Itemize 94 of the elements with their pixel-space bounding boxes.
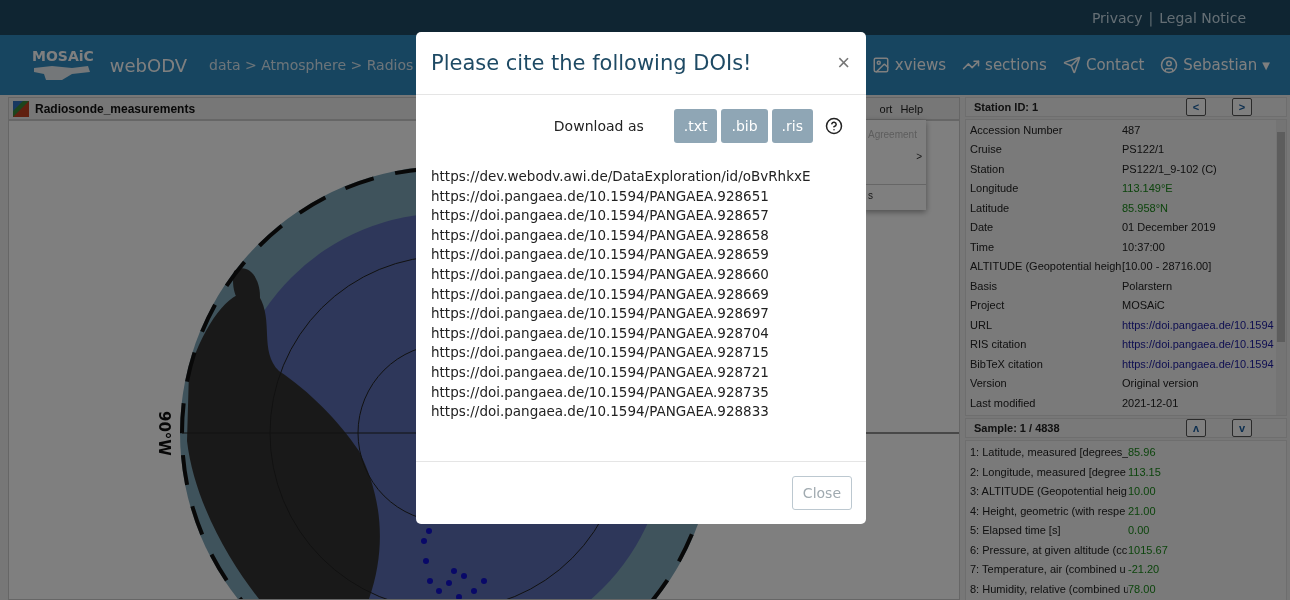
- field-value: PS122/1_9-102 (C): [1122, 162, 1218, 175]
- field-value: 85.958°N: [1122, 201, 1169, 214]
- down-button[interactable]: v: [1232, 418, 1252, 437]
- field-name: Longitude: [970, 182, 1020, 195]
- field-value: 10:37:00: [1122, 240, 1166, 253]
- sample-heading: Sample: 1 / 4838: [974, 421, 1061, 434]
- nav-link[interactable]: sections: [962, 56, 1047, 74]
- menu-item[interactable]: Help: [900, 102, 923, 115]
- ice-floe-logo-icon: [32, 64, 92, 82]
- field-name: Date: [970, 221, 995, 234]
- field-name: RIS citation: [970, 338, 1028, 351]
- variable-name: 7: Temperature, air (combined u: [970, 563, 1127, 576]
- doi-link[interactable]: https://dev.webodv.awi.de/DataExploration/id/oBvRhkxE: [431, 167, 851, 187]
- panel-title: Radiosonde_measurements: [35, 101, 196, 116]
- field-value: [10.00 - 28716.00]: [1122, 260, 1213, 273]
- field-name: Latitude: [970, 201, 1011, 214]
- variable-name: 2: Longitude, measured [degree: [970, 465, 1127, 478]
- field-name: Time: [970, 240, 996, 253]
- doi-link[interactable]: https://doi.pangaea.de/10.1594/PANGAEA.928735: [431, 382, 851, 403]
- url-link[interactable]: https://doi.pangaea.de/10.1594: [1122, 318, 1276, 331]
- field-name: Accession Number: [970, 123, 1064, 136]
- link-separator: |: [1148, 9, 1154, 26]
- menu-option[interactable]: >: [864, 146, 926, 168]
- up-button[interactable]: ʌ: [1186, 418, 1206, 437]
- map-thumbnail-icon: [13, 100, 29, 117]
- nav-link[interactable]: xviews: [871, 56, 947, 74]
- field-name: Basis: [970, 279, 998, 292]
- field-value: 113.149°E: [1122, 182, 1174, 195]
- variable-value: -21.20: [1128, 563, 1161, 576]
- variable-value: 113.15: [1128, 465, 1162, 478]
- url-link[interactable]: https://doi.pangaea.de/10.1594: [1122, 357, 1276, 370]
- download-label: Download as: [553, 118, 644, 134]
- field-name: Last modified: [970, 396, 1037, 409]
- variable-name: 4: Height, geometric (with respe: [970, 504, 1127, 517]
- breadcrumb: data > Atmosphere > Radios: [209, 57, 414, 73]
- field-name: Cruise: [970, 143, 1003, 156]
- format-button[interactable]: .bib: [721, 109, 768, 143]
- doi-link[interactable]: https://doi.pangaea.de/10.1594/PANGAEA.928658: [431, 225, 851, 246]
- send-icon: [1062, 56, 1081, 74]
- field-name: ALTITUDE (Geopotential heigh: [970, 260, 1122, 273]
- station-heading: Station ID: 1: [974, 101, 1040, 113]
- field-value: Original version: [1122, 377, 1200, 390]
- doi-link[interactable]: https://doi.pangaea.de/10.1594/PANGAEA.928669: [431, 284, 851, 305]
- doi-link[interactable]: https://doi.pangaea.de/10.1594/PANGAEA.928660: [431, 264, 851, 285]
- doi-link[interactable]: https://doi.pangaea.de/10.1594/PANGAEA.928659: [431, 245, 851, 265]
- field-name: Version: [970, 377, 1008, 390]
- doi-link[interactable]: https://doi.pangaea.de/10.1594/PANGAEA.928697: [431, 304, 851, 324]
- scrollbar[interactable]: [1276, 120, 1286, 415]
- nav-link[interactable]: Sebastian ▼: [1160, 56, 1270, 74]
- field-value: 01 December 2019: [1122, 221, 1217, 234]
- variable-value: 21.00: [1128, 504, 1157, 517]
- field-name: Station: [970, 162, 1006, 175]
- doi-link[interactable]: https://doi.pangaea.de/10.1594/PANGAEA.928657: [431, 206, 851, 226]
- image-icon: [871, 56, 890, 74]
- variable-value: 0.00: [1128, 524, 1151, 537]
- caret-icon: ▼: [1262, 59, 1270, 71]
- field-value: 2021-12-01: [1122, 396, 1180, 409]
- field-value: MOSAiC: [1122, 299, 1166, 312]
- variable-name: 1: Latitude, measured [degrees_: [970, 446, 1128, 459]
- field-name: BibTeX citation: [970, 357, 1044, 370]
- app-name[interactable]: webODV: [109, 54, 188, 76]
- field-value: Polarstern: [1122, 279, 1174, 292]
- close-button[interactable]: Close: [791, 476, 852, 510]
- field-value: 487: [1122, 123, 1142, 136]
- longitude-label: 90°W: [155, 411, 173, 456]
- variable-value: 85.96: [1128, 446, 1157, 459]
- privacy-link[interactable]: Privacy: [1091, 9, 1143, 26]
- doi-link[interactable]: https://doi.pangaea.de/10.1594/PANGAEA.928715: [431, 343, 851, 363]
- variable-name: 3: ALTITUDE (Geopotential heig: [970, 485, 1128, 498]
- field-name: URL: [970, 318, 993, 331]
- next-button[interactable]: >: [1232, 98, 1252, 116]
- field-name: Project: [970, 299, 1006, 312]
- previous-button[interactable]: <: [1186, 98, 1206, 116]
- logo-text: MOSAiC: [32, 48, 94, 64]
- dialog-title: Please cite the following DOIs!: [431, 51, 752, 75]
- nav-link[interactable]: Contact: [1062, 56, 1145, 74]
- variable-name: 8: Humidity, relative (combined u: [970, 582, 1128, 595]
- user-icon: [1160, 56, 1179, 74]
- variable-name: 5: Elapsed time [s]: [970, 524, 1062, 537]
- field-value: PS122/1: [1122, 143, 1166, 156]
- doi-link[interactable]: https://doi.pangaea.de/10.1594/PANGAEA.928651: [431, 186, 851, 207]
- help-icon[interactable]: [825, 117, 843, 135]
- variable-value: 10.00: [1128, 485, 1157, 498]
- format-button[interactable]: .ris: [771, 109, 813, 143]
- variable-value: 1015.67: [1128, 543, 1169, 556]
- doi-link[interactable]: https://doi.pangaea.de/10.1594/PANGAEA.928721: [431, 362, 851, 383]
- url-link[interactable]: https://doi.pangaea.de/10.1594: [1122, 338, 1276, 351]
- doi-link[interactable]: https://doi.pangaea.de/10.1594/PANGAEA.928833: [431, 402, 851, 422]
- menu-item[interactable]: ort: [879, 102, 893, 115]
- doi-link[interactable]: https://doi.pangaea.de/10.1594/PANGAEA.928704: [431, 323, 851, 344]
- variable-name: 6: Pressure, at given altitude (cc: [970, 543, 1128, 556]
- format-button[interactable]: .txt: [673, 109, 718, 143]
- legal-notice-link[interactable]: Legal Notice: [1159, 9, 1246, 26]
- variable-value: 78.00: [1128, 582, 1157, 595]
